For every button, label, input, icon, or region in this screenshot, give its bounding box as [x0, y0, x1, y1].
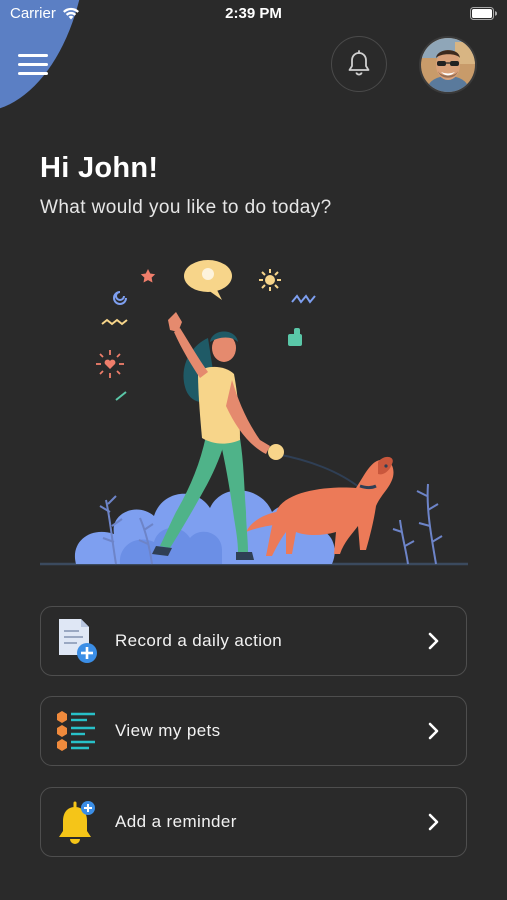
- woman-walking-dog-illustration: [40, 260, 468, 566]
- action-label: Record a daily action: [115, 631, 283, 650]
- pet-list-icon: [53, 707, 101, 755]
- status-time: 2:39 PM: [225, 5, 282, 22]
- hamburger-menu-icon: [18, 53, 48, 57]
- chevron-right-icon: [424, 812, 444, 832]
- battery-icon: [470, 7, 497, 20]
- notifications-button[interactable]: [331, 36, 387, 92]
- chevron-right-icon: [424, 631, 444, 651]
- greeting-title: Hi John!: [40, 152, 159, 184]
- view-my-pets-button[interactable]: View my pets: [40, 696, 467, 766]
- record-daily-action-button[interactable]: Record a daily action: [40, 606, 467, 676]
- action-label: View my pets: [115, 721, 221, 740]
- bell-icon: [348, 50, 370, 76]
- hamburger-menu-icon-bar: [18, 62, 48, 66]
- greeting-subtitle: What would you like to do today?: [40, 197, 332, 218]
- avatar-image: [421, 38, 475, 92]
- status-bar: Carrier 2:39 PM: [0, 0, 507, 28]
- bell-add-icon: [53, 798, 101, 846]
- hamburger-menu-button[interactable]: [18, 46, 58, 82]
- hamburger-menu-icon-bar: [18, 71, 48, 75]
- action-label: Add a reminder: [115, 812, 237, 831]
- chevron-right-icon: [424, 721, 444, 741]
- add-reminder-button[interactable]: Add a reminder: [40, 787, 467, 857]
- document-add-icon: [53, 617, 101, 665]
- user-avatar[interactable]: [419, 36, 477, 94]
